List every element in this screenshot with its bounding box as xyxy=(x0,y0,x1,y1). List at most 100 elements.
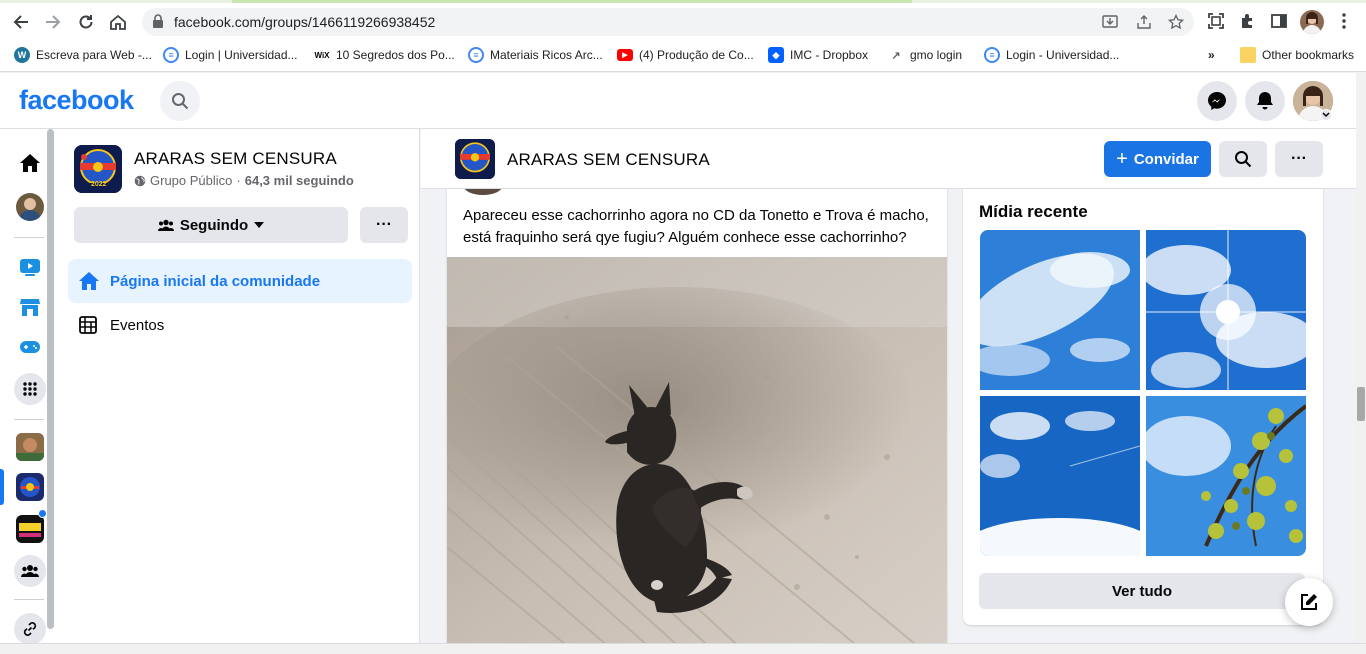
invite-button[interactable]: + Convidar xyxy=(1104,141,1211,177)
doc-icon: ≡ xyxy=(163,47,179,63)
bookmark-item[interactable]: ▶ (4) Produção de Co... xyxy=(617,46,754,64)
search-button[interactable] xyxy=(160,81,200,121)
bookmark-item[interactable]: W Escreva para Web -... xyxy=(14,46,152,64)
bookmark-item[interactable]: WiX 10 Segredos dos Po... xyxy=(314,46,455,64)
nav-events-label: Eventos xyxy=(110,316,165,334)
caret-down-icon xyxy=(254,222,265,228)
media-thumbnail[interactable] xyxy=(980,230,1140,390)
doc-icon: ≡ xyxy=(468,47,484,63)
facebook-header: facebook xyxy=(0,73,1356,129)
screenshot-icon[interactable] xyxy=(1206,11,1226,31)
recent-media-title: Mídia recente xyxy=(979,202,1088,221)
sticky-group-name[interactable]: ARARAS SEM CENSURA xyxy=(507,150,710,170)
page-scrollbar[interactable] xyxy=(1356,73,1366,643)
star-icon[interactable] xyxy=(1168,14,1184,30)
following-button[interactable]: Seguindo xyxy=(74,207,348,243)
profile-shortcut-avatar[interactable] xyxy=(16,193,44,221)
bookmark-label: Materiais Ricos Arc... xyxy=(490,48,603,62)
nav-community-home[interactable]: Página inicial da comunidade xyxy=(68,259,412,303)
bookmark-item[interactable]: ◆ IMC - Dropbox xyxy=(768,46,868,64)
group-shortcut-1[interactable] xyxy=(16,433,44,461)
messenger-button[interactable] xyxy=(1197,81,1237,121)
bookmark-label: gmo login xyxy=(910,48,963,62)
see-all-media-button[interactable]: Ver tudo xyxy=(979,573,1305,609)
feed-post: Apareceu esse cachorrinho agora no CD da… xyxy=(447,189,947,654)
bookmark-item[interactable]: ≡ Login - Universidad... xyxy=(984,46,1119,64)
browser-toolbar: facebook.com/groups/1466119266938452 W E… xyxy=(0,0,1366,72)
calendar-icon xyxy=(79,316,97,334)
following-label: Seguindo xyxy=(179,216,249,234)
notifications-button[interactable] xyxy=(1245,81,1285,121)
rail-scrollbar[interactable] xyxy=(47,129,54,629)
compose-icon xyxy=(1301,594,1317,610)
chrome-menu-icon[interactable] xyxy=(1334,11,1354,31)
invite-label: Convidar xyxy=(1133,150,1199,168)
group-thumbnail[interactable]: 2022 xyxy=(74,145,122,193)
bookmark-item[interactable]: ≡ Login | Universidad... xyxy=(163,46,298,64)
url-text: facebook.com/groups/1466119266938452 xyxy=(174,14,436,30)
globe-icon xyxy=(134,175,146,186)
group-more-button[interactable]: ··· xyxy=(360,207,408,243)
home-icon[interactable] xyxy=(107,11,129,33)
bell-icon xyxy=(1257,92,1273,110)
bookmark-item[interactable]: ≡ Materiais Ricos Arc... xyxy=(468,46,603,64)
post-text: Apareceu esse cachorrinho agora no CD da… xyxy=(463,207,929,246)
rail-divider xyxy=(14,237,44,238)
doc-icon: ≡ xyxy=(984,47,1000,63)
marketplace-icon[interactable] xyxy=(16,293,44,321)
bookmark-item[interactable]: ↗ gmo login xyxy=(888,46,962,64)
house-icon xyxy=(79,272,99,290)
active-tab-edge xyxy=(232,0,912,3)
group-shortcut-araras[interactable] xyxy=(16,473,44,501)
install-icon[interactable] xyxy=(1102,14,1118,30)
new-message-button[interactable] xyxy=(1285,578,1333,626)
gaming-icon[interactable] xyxy=(16,333,44,361)
media-thumbnail[interactable] xyxy=(1146,230,1306,390)
link-icon[interactable] xyxy=(14,613,46,645)
page-scrollbar-thumb[interactable] xyxy=(1357,387,1365,421)
plus-icon: + xyxy=(1116,148,1128,170)
groups-icon[interactable] xyxy=(14,555,46,587)
group-followers[interactable]: 64,3 mil seguindo xyxy=(245,173,354,188)
more-bookmarks-button[interactable]: » xyxy=(1208,46,1215,64)
reload-icon[interactable] xyxy=(75,11,97,33)
watch-icon[interactable] xyxy=(16,253,44,281)
sticky-group-thumbnail[interactable] xyxy=(455,139,495,179)
nav-events[interactable]: Eventos xyxy=(68,305,412,345)
group-name[interactable]: ARARAS SEM CENSURA xyxy=(134,149,337,169)
menu-grid-icon[interactable] xyxy=(14,373,46,405)
bookmark-label: Login | Universidad... xyxy=(185,48,298,62)
forward-icon[interactable] xyxy=(42,11,64,33)
back-icon[interactable] xyxy=(10,11,32,33)
dropbox-icon: ◆ xyxy=(768,47,784,63)
group-meta: Grupo Público · 64,3 mil seguindo xyxy=(134,173,354,188)
facebook-logo[interactable]: facebook xyxy=(19,85,134,116)
account-chevron-icon[interactable] xyxy=(1320,109,1332,121)
group-privacy: Grupo Público xyxy=(150,173,233,188)
home-nav-icon[interactable] xyxy=(16,149,44,177)
lock-icon xyxy=(152,14,166,30)
meta-separator: · xyxy=(236,173,241,188)
post-author-avatar[interactable] xyxy=(463,189,503,195)
other-bookmarks[interactable]: Other bookmarks xyxy=(1240,46,1354,64)
group-options-button[interactable]: ··· xyxy=(1275,141,1323,177)
share-icon[interactable] xyxy=(1136,14,1152,30)
thumb-year: 2022 xyxy=(91,181,107,188)
group-shortcut-3[interactable] xyxy=(16,515,44,543)
wordpress-icon: W xyxy=(14,47,30,63)
address-bar[interactable]: facebook.com/groups/1466119266938452 xyxy=(142,8,1194,36)
post-photo[interactable] xyxy=(447,257,947,654)
other-bookmarks-label: Other bookmarks xyxy=(1262,48,1355,62)
group-search-button[interactable] xyxy=(1219,141,1267,177)
media-thumbnail[interactable] xyxy=(1146,396,1306,556)
wix-icon: WiX xyxy=(314,47,330,63)
active-rail-indicator xyxy=(0,469,4,505)
recent-media-card: Mídia recente Ver tudo xyxy=(963,189,1323,625)
bookmark-label: 10 Segredos dos Po... xyxy=(336,48,455,62)
extensions-icon[interactable] xyxy=(1238,11,1258,31)
bookmarks-bar: W Escreva para Web -... ≡ Login | Univer… xyxy=(0,42,1366,66)
profile-avatar[interactable] xyxy=(1300,10,1324,34)
sidepanel-icon[interactable] xyxy=(1269,11,1289,31)
media-thumbnail[interactable] xyxy=(980,396,1140,556)
arrow-icon: ↗ xyxy=(888,47,904,63)
